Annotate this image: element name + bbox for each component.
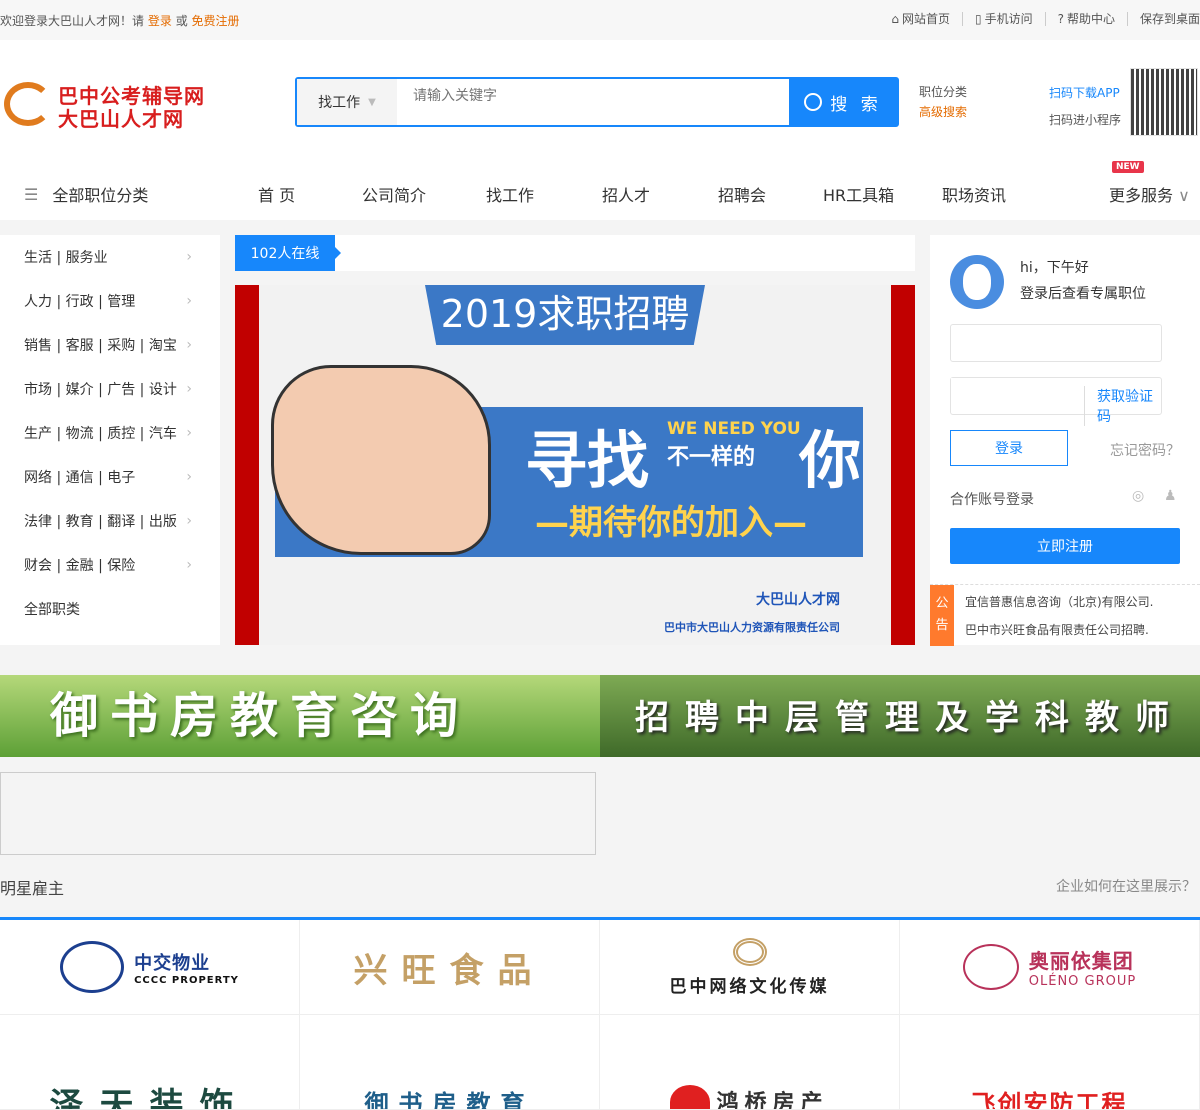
category-item[interactable]: 法律 | 教育 | 翻译 | 出版 ›	[0, 499, 220, 543]
home-icon: ⌂	[891, 12, 899, 26]
new-badge: NEW	[1112, 161, 1144, 173]
phone-input[interactable]	[950, 324, 1162, 362]
section-title: 明星雇主	[0, 879, 65, 898]
category-item[interactable]: 网络 | 通信 | 电子 ›	[0, 455, 220, 499]
nav-more[interactable]: 更多服务 ∨	[1109, 182, 1190, 206]
search-input[interactable]	[397, 79, 789, 109]
ad-banner[interactable]: 招聘中层管理及学科教师	[600, 675, 1200, 757]
forgot-password-link[interactable]: 忘记密码？	[1110, 440, 1180, 460]
category-item[interactable]: 销售 | 客服 | 采购 | 淘宝 ›	[0, 323, 220, 367]
cccc-logo-icon	[60, 941, 125, 993]
chevron-right-icon: ›	[186, 557, 192, 573]
main-nav: ☰ 全部职位分类 首 页 公司简介 找工作 招人才 招聘会 HR工具箱 职场资讯 …	[0, 170, 1200, 220]
top-bar: 欢迎登录大巴山人才网！请 登录 或 免费注册 ⌂ 网站首页 ▯ 手机访问 ? 帮助中心…	[0, 0, 1200, 40]
search-bar: 找工作▼ 搜 索	[295, 77, 899, 127]
code-input[interactable]	[951, 378, 1081, 412]
hongqiao-logo-icon	[670, 1085, 711, 1109]
notice-item[interactable]: 巴中市兴旺食品有限责任公司招聘.	[965, 621, 1149, 638]
weibo-icon[interactable]: ◎	[1132, 488, 1144, 504]
all-categories-button[interactable]: ☰ 全部职位分类	[24, 182, 148, 206]
ad-placeholder	[0, 772, 596, 855]
ring-logo-icon	[732, 937, 767, 966]
logo-mark-icon	[4, 82, 52, 126]
category-item[interactable]: 生活 | 服务业 ›	[0, 235, 220, 279]
nav-news[interactable]: 职场资讯	[942, 182, 1006, 206]
avatar	[950, 255, 1004, 309]
home-link[interactable]: ⌂ 网站首页	[879, 12, 963, 26]
chevron-right-icon: ›	[186, 293, 192, 309]
get-code-button[interactable]: 获取验证码	[1084, 386, 1161, 426]
category-item-all[interactable]: 全部职类	[0, 587, 220, 631]
nav-jobs[interactable]: 找工作	[486, 182, 534, 206]
chevron-right-icon: ›	[186, 513, 192, 529]
save-desktop-link[interactable]: 保存到桌面	[1128, 12, 1200, 26]
search-type-select[interactable]: 找工作 ▼	[297, 79, 397, 125]
nav-fair[interactable]: 招聘会	[718, 182, 766, 206]
category-item[interactable]: 生产 | 物流 | 质控 | 汽车 ›	[0, 411, 220, 455]
category-item[interactable]: 市场 | 媒介 | 广告 | 设计 ›	[0, 367, 220, 411]
employer-logo[interactable]: 兴旺食品	[300, 920, 600, 1015]
mobile-link[interactable]: ▯ 手机访问	[963, 12, 1046, 26]
chevron-down-icon: ∨	[1178, 186, 1190, 205]
online-bar: 102人在线	[235, 235, 915, 271]
login-panel: hi，下午好 登录后查看专属职位 获取验证码 登录 忘记密码？ 合作账号登录 ◎…	[930, 235, 1200, 646]
register-link[interactable]: 免费注册	[192, 14, 240, 28]
online-count: 102人在线	[235, 235, 341, 271]
notice-board: 公告 宜信普惠信息咨询（北京)有限公司. 巴中市兴旺食品有限责任公司招聘.	[930, 584, 1200, 646]
login-button[interactable]: 登录	[950, 430, 1068, 466]
category-item[interactable]: 人力 | 行政 | 管理 ›	[0, 279, 220, 323]
header: 巴中公考辅导网 大巴山人才网 找工作▼ 搜 索 职位分类高级搜索 扫码下载APP…	[0, 40, 1200, 220]
nav-talent[interactable]: 招人才	[602, 182, 650, 206]
chevron-right-icon: ›	[186, 381, 192, 397]
how-to-display-link[interactable]: 企业如何在这里展示？	[1056, 876, 1196, 896]
advanced-search-link[interactable]: 高级搜索	[919, 102, 967, 122]
main-center: 102人在线 2019求职招聘 寻找你 WE NEED YOU 不一样的 —期待你…	[235, 235, 915, 645]
oleno-logo-icon	[962, 944, 1019, 990]
login-link[interactable]: 登录	[148, 14, 172, 28]
caret-down-icon: ▼	[368, 96, 376, 108]
nav-home[interactable]: 首 页	[258, 182, 295, 206]
app-download-link[interactable]: 扫码下载APP	[1049, 80, 1121, 107]
search-button[interactable]: 搜 索	[789, 79, 897, 125]
chevron-right-icon: ›	[186, 425, 192, 441]
category-link[interactable]: 职位分类	[919, 82, 967, 102]
employer-logo[interactable]: 中交物业 CCCC PROPERTY	[0, 920, 300, 1015]
chevron-right-icon: ›	[186, 469, 192, 485]
register-button[interactable]: 立即注册	[950, 528, 1180, 564]
nav-hr-tools[interactable]: HR工具箱	[823, 182, 894, 206]
employer-logo[interactable]: 奥丽依集团 OLÉNO GROUP	[900, 920, 1200, 1015]
qr-code	[1130, 68, 1198, 136]
help-icon: ?	[1057, 12, 1064, 26]
ad-banner[interactable]: 御书房教育咨询	[0, 675, 600, 757]
employer-logo[interactable]: 巴中网络文化传媒	[600, 920, 900, 1015]
nav-about[interactable]: 公司简介	[362, 182, 426, 206]
category-item[interactable]: 财会 | 金融 | 保险 ›	[0, 543, 220, 587]
help-link[interactable]: ? 帮助中心	[1046, 12, 1128, 26]
category-sidebar: 生活 | 服务业 › 人力 | 行政 | 管理 › 销售 | 客服 | 采购 | 淘…	[0, 235, 220, 645]
search-icon	[804, 93, 823, 111]
menu-icon: ☰	[24, 184, 39, 204]
employer-grid: 中交物业 CCCC PROPERTY 兴旺食品 巴中网络文化传媒 奥丽依集团 OLÉ…	[0, 917, 1200, 1110]
qq-icon[interactable]: ♟	[1164, 488, 1177, 504]
chevron-right-icon: ›	[186, 249, 192, 265]
chevron-right-icon: ›	[186, 337, 192, 353]
mobile-icon: ▯	[974, 12, 982, 26]
pointing-hand-image	[271, 365, 491, 555]
notice-item[interactable]: 宜信普惠信息咨询（北京)有限公司.	[965, 593, 1154, 610]
code-field: 获取验证码	[950, 377, 1162, 426]
recruit-banner[interactable]: 2019求职招聘 寻找你 WE NEED YOU 不一样的 —期待你的加入— 大巴…	[235, 285, 915, 645]
ad-banners: 御书房教育咨询 招聘中层管理及学科教师	[0, 675, 1200, 757]
welcome-text: 欢迎登录大巴山人才网！请 登录 或 免费注册	[0, 14, 240, 28]
site-logo[interactable]: 巴中公考辅导网 大巴山人才网	[4, 80, 244, 131]
